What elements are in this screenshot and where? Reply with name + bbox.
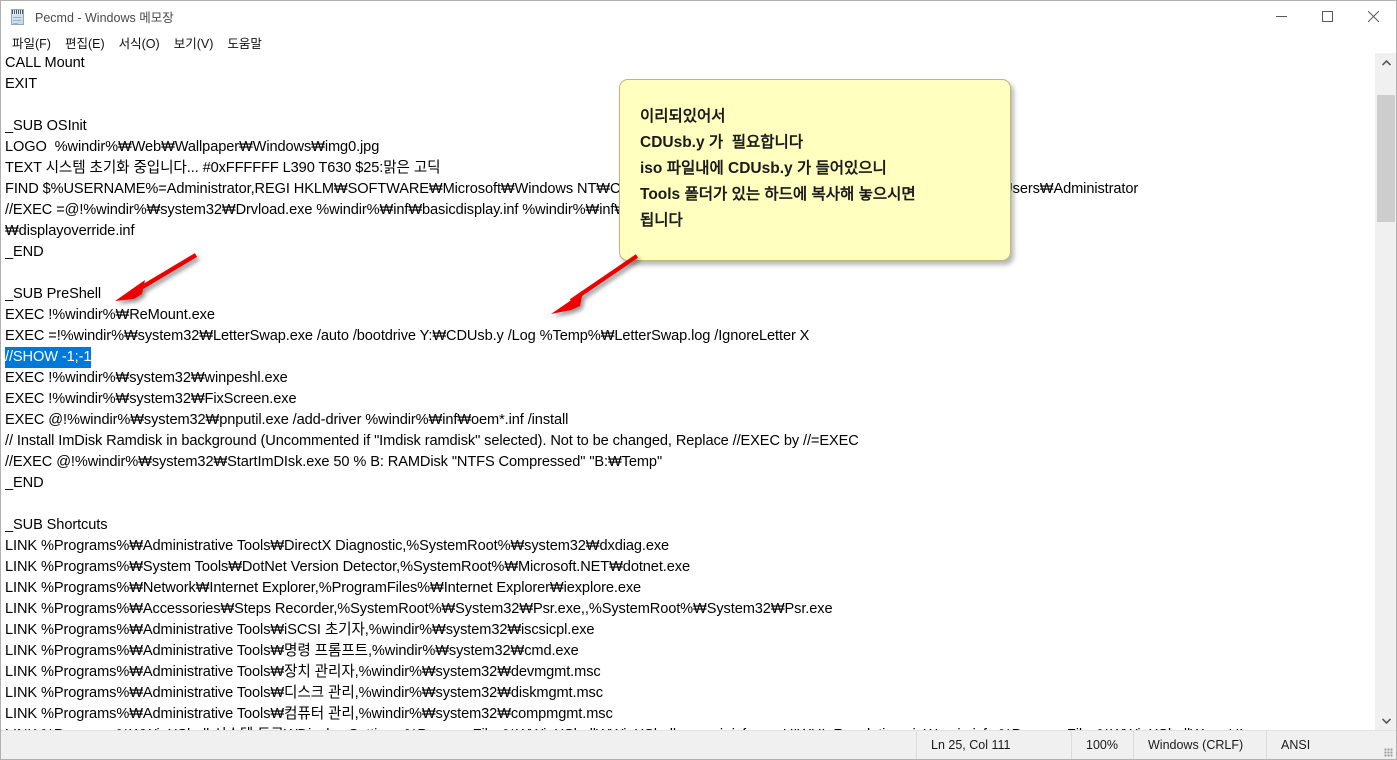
chevron-down-icon[interactable] xyxy=(1376,711,1396,730)
editor-line-text[interactable]: LINK %Programs%₩Administrative Tools₩Dir… xyxy=(5,538,669,554)
editor-line-text[interactable]: LINK %Programs%₩Administrative Tools₩명령 … xyxy=(5,643,579,659)
editor-line[interactable]: //EXEC @!%windir%₩system32₩StartImDIsk.e… xyxy=(5,452,1376,473)
menu-item-file[interactable]: 파일(F) xyxy=(5,32,58,53)
editor-line[interactable]: //SHOW -1;-1 xyxy=(5,347,1376,368)
editor-line[interactable]: LINK %Programs%₩System Tools₩DotNet Vers… xyxy=(5,557,1376,578)
callout-note: 이리되있어서 CDUsb.y 가 필요합니다 iso 파일내에 CDUsb.y … xyxy=(619,79,1011,261)
editor-line[interactable]: EXEC !%windir%₩system32₩winpeshl.exe xyxy=(5,368,1376,389)
menu-item-view[interactable]: 보기(V) xyxy=(167,32,221,53)
minimize-button[interactable] xyxy=(1258,1,1304,32)
window-title: Pecmd - Windows 메모장 xyxy=(35,11,174,25)
editor-line-text[interactable]: _END xyxy=(5,475,44,491)
editor-line-text[interactable]: LINK %Programs%₩Administrative Tools₩디스크… xyxy=(5,685,603,701)
notepad-icon xyxy=(9,8,27,26)
editor-line[interactable]: CALL Mount xyxy=(5,53,1376,74)
menu-item-help[interactable]: 도움말 xyxy=(220,32,269,53)
editor-line[interactable]: LINK %Programs%₩Administrative Tools₩iSC… xyxy=(5,620,1376,641)
editor-line[interactable]: EXEC !%windir%₩ReMount.exe xyxy=(5,305,1376,326)
resize-grip[interactable] xyxy=(1378,731,1396,760)
status-bar: Ln 25, Col 111 100% Windows (CRLF) ANSI xyxy=(1,730,1396,759)
editor-line[interactable]: _SUB Shortcuts xyxy=(5,515,1376,536)
editor-line[interactable]: LINK %Programs%₩Administrative Tools₩디스크… xyxy=(5,683,1376,704)
editor-line[interactable] xyxy=(5,263,1376,284)
editor-line[interactable]: LINK %Programs%₩Network₩Internet Explore… xyxy=(5,578,1376,599)
callout-line-5: 됩니다 xyxy=(640,212,683,229)
status-position[interactable]: Ln 25, Col 111 xyxy=(916,730,1071,759)
editor-line[interactable]: _END xyxy=(5,473,1376,494)
editor-line[interactable]: EXEC =!%windir%₩system32₩LetterSwap.exe … xyxy=(5,326,1376,347)
vertical-scrollbar[interactable] xyxy=(1375,53,1396,730)
editor-line-text[interactable]: EXEC =!%windir%₩system32₩LetterSwap.exe … xyxy=(5,328,809,344)
editor-line-text[interactable]: CALL Mount xyxy=(5,55,85,71)
scrollbar-thumb[interactable] xyxy=(1377,95,1395,222)
editor-line-text[interactable]: TEXT 시스템 초기화 중입니다... #0xFFFFFF L390 T630… xyxy=(5,160,441,176)
editor-line[interactable]: LINK %Programs%₩Administrative Tools₩명령 … xyxy=(5,641,1376,662)
editor-line-text[interactable]: EXIT xyxy=(5,76,37,92)
window-controls xyxy=(1258,1,1396,32)
menu-item-format[interactable]: 서식(O) xyxy=(112,32,167,53)
status-line-ending[interactable]: Windows (CRLF) xyxy=(1133,730,1266,759)
editor-line-text[interactable]: _SUB OSInit xyxy=(5,118,87,134)
editor-line-text[interactable]: EXEC !%windir%₩system32₩FixScreen.exe xyxy=(5,391,297,407)
callout-line-2: CDUsb.y 가 필요합니다 xyxy=(640,134,804,151)
editor-line[interactable] xyxy=(5,494,1376,515)
editor-line[interactable]: LINK %Programs%₩Administrative Tools₩Dir… xyxy=(5,536,1376,557)
editor-line-text[interactable]: ₩displayoverride.inf xyxy=(5,223,135,239)
notepad-window: Pecmd - Windows 메모장 파일(F) 편집(E) 서식(O) 보기… xyxy=(0,0,1397,760)
editor-line[interactable]: // Install ImDisk Ramdisk in background … xyxy=(5,431,1376,452)
close-icon[interactable] xyxy=(1350,1,1396,32)
callout-line-1: 이리되있어서 xyxy=(640,108,726,125)
status-zoom[interactable]: 100% xyxy=(1071,730,1133,759)
chevron-up-icon[interactable] xyxy=(1376,53,1396,72)
title-bar: Pecmd - Windows 메모장 xyxy=(1,1,1396,33)
maximize-button[interactable] xyxy=(1304,1,1350,32)
editor-line-text[interactable]: _SUB PreShell xyxy=(5,286,101,302)
callout-line-3: iso 파일내에 CDUsb.y 가 들어있으니 xyxy=(640,160,887,177)
editor-line-text[interactable]: // Install ImDisk Ramdisk in background … xyxy=(5,433,859,449)
editor-line-text[interactable]: LINK %Programs%₩System Tools₩DotNet Vers… xyxy=(5,559,690,575)
editor-line-text[interactable]: LINK %Programs%₩Administrative Tools₩iSC… xyxy=(5,622,595,638)
editor-line[interactable]: LINK %Programs%₩Administrative Tools₩컴퓨터… xyxy=(5,704,1376,725)
editor-line[interactable]: EXEC !%windir%₩system32₩FixScreen.exe xyxy=(5,389,1376,410)
editor-line-selected[interactable]: //SHOW -1;-1 xyxy=(5,347,91,368)
editor-line[interactable]: LINK %Programs%₩Accessories₩Steps Record… xyxy=(5,599,1376,620)
editor-line[interactable]: LINK %Programs%₩Administrative Tools₩장치 … xyxy=(5,662,1376,683)
editor-line-text[interactable]: LINK %Programs%₩Network₩Internet Explore… xyxy=(5,580,641,596)
editor-line[interactable]: _SUB PreShell xyxy=(5,284,1376,305)
menu-bar: 파일(F) 편집(E) 서식(O) 보기(V) 도움말 xyxy=(1,32,1396,53)
editor-line-text[interactable]: LOGO %windir%₩Web₩Wallpaper₩Windows₩img0… xyxy=(5,139,379,155)
editor-line-text[interactable]: LINK %Programs%₩Accessories₩Steps Record… xyxy=(5,601,833,617)
editor-line-text[interactable]: EXEC !%windir%₩system32₩winpeshl.exe xyxy=(5,370,288,386)
editor-line-text[interactable]: //EXEC @!%windir%₩system32₩StartImDIsk.e… xyxy=(5,454,662,470)
editor-line-text[interactable]: EXEC @!%windir%₩system32₩pnputil.exe /ad… xyxy=(5,412,568,428)
editor-line-text[interactable]: EXEC !%windir%₩ReMount.exe xyxy=(5,307,215,323)
menu-item-edit[interactable]: 편집(E) xyxy=(58,32,112,53)
callout-line-4: Tools 폴더가 있는 하드에 복사해 놓으시면 xyxy=(640,186,916,203)
editor-line-text[interactable]: _END xyxy=(5,244,44,260)
status-encoding[interactable]: ANSI xyxy=(1266,730,1378,759)
editor-line-text[interactable]: LINK %Programs%₩Administrative Tools₩컴퓨터… xyxy=(5,706,613,722)
editor-line-text[interactable]: _SUB Shortcuts xyxy=(5,517,108,533)
editor-line-text[interactable]: LINK %Programs%₩Administrative Tools₩장치 … xyxy=(5,664,601,680)
editor-line[interactable]: EXEC @!%windir%₩system32₩pnputil.exe /ad… xyxy=(5,410,1376,431)
